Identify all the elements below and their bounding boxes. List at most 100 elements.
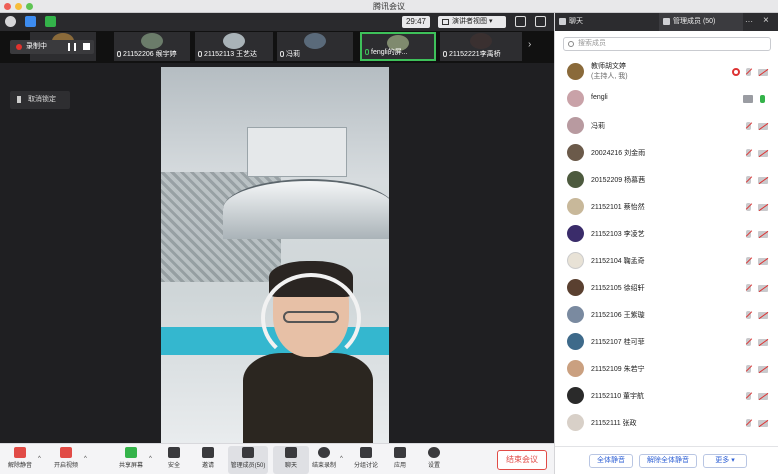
list-item[interactable]: 21152103 李凌艺	[555, 221, 778, 247]
more-actions-button[interactable]: 更多 ▾	[703, 454, 747, 468]
invite-button[interactable]: 邀请	[190, 446, 226, 474]
member-name: 21152105 徐绍轩	[591, 285, 645, 292]
member-search-input[interactable]: 搜索成员	[563, 37, 771, 51]
end-meeting-button[interactable]: 结束会议	[497, 450, 547, 470]
camera-off-icon[interactable]	[758, 366, 768, 373]
camera-off-icon[interactable]	[758, 150, 768, 157]
mic-muted-icon[interactable]	[746, 122, 751, 130]
member-list: 教师胡文婷 (主持人, 我) fengli 冯莉 20024216 刘金雨 201…	[555, 59, 778, 444]
tab-chat[interactable]: 聊天	[555, 13, 659, 31]
camera-off-icon[interactable]	[758, 204, 768, 211]
more-icon[interactable]: ···	[745, 17, 753, 26]
list-item[interactable]: 教师胡文婷 (主持人, 我)	[555, 59, 778, 85]
camera-off-icon[interactable]	[758, 339, 768, 346]
mic-on-icon[interactable]	[760, 95, 765, 103]
speaker-body	[243, 353, 373, 443]
camera-off-icon	[60, 447, 72, 458]
mic-muted-icon[interactable]	[746, 257, 751, 265]
start-video-button[interactable]: 开启视频	[48, 446, 84, 474]
info-icon[interactable]	[5, 16, 16, 27]
member-name: 21152111 张政	[591, 420, 637, 427]
bottom-item-label: 邀请	[201, 463, 214, 469]
mic-muted-icon[interactable]	[746, 365, 751, 373]
unlock-button[interactable]: 取消锁定	[10, 91, 70, 109]
camera-off-icon[interactable]	[758, 285, 768, 292]
close-icon[interactable]: ×	[763, 15, 769, 26]
camera-off-icon[interactable]	[758, 123, 768, 130]
camera-off-icon[interactable]	[758, 258, 768, 265]
apps-icon	[394, 447, 406, 458]
settings-button[interactable]: 设置	[416, 446, 452, 474]
participant-thumb[interactable]: 21152206 缑宇婷	[114, 32, 190, 61]
participant-name: 21152113 王艺达	[204, 51, 258, 58]
stop-recording-toolbar-button[interactable]: 结束录制	[306, 446, 342, 474]
list-item[interactable]: 21152110 董宇航	[555, 383, 778, 409]
participant-name: 21152221李禹桥	[449, 51, 501, 58]
camera-off-icon[interactable]	[758, 393, 768, 400]
security-button[interactable]: 安全	[156, 446, 192, 474]
mic-muted-icon[interactable]	[746, 419, 751, 427]
list-item[interactable]: 21152107 桂可菲	[555, 329, 778, 355]
invite-icon	[202, 447, 214, 458]
mic-muted-icon[interactable]	[746, 311, 751, 319]
mute-all-button[interactable]: 全体静音	[589, 454, 633, 468]
fullscreen-icon[interactable]	[515, 16, 526, 27]
pause-recording-button[interactable]	[68, 43, 76, 51]
participant-thumb[interactable]: 21152221李禹桥	[440, 32, 522, 61]
tab-members[interactable]: 管理成员 (50)	[659, 13, 743, 31]
recording-icon	[732, 68, 740, 76]
list-item[interactable]: 21152106 王紫璇	[555, 302, 778, 328]
manage-members-button[interactable]: 管理成员(50)	[228, 446, 268, 474]
member-name: 20024216 刘金雨	[591, 150, 646, 157]
participant-thumb[interactable]: 21152113 王艺达	[195, 32, 273, 61]
view-mode-dropdown[interactable]: 演讲者视图 ▾	[438, 16, 506, 28]
share-screen-button[interactable]: 共享屏幕	[113, 446, 149, 474]
list-item[interactable]: 21152105 徐绍轩	[555, 275, 778, 301]
mic-muted-icon[interactable]	[746, 68, 751, 76]
list-item[interactable]: 21152104 鞠孟奇	[555, 248, 778, 274]
list-item[interactable]: 20152209 杨慕茜	[555, 167, 778, 193]
camera-off-icon[interactable]	[758, 177, 768, 184]
chevron-up-icon[interactable]: ^	[340, 456, 343, 462]
list-item[interactable]: fengli	[555, 86, 778, 112]
chat-button[interactable]: 聊天	[273, 446, 309, 474]
stop-recording-button[interactable]	[83, 43, 90, 50]
mic-muted-icon[interactable]	[746, 338, 751, 346]
participant-name: fengli的屏...	[371, 49, 408, 56]
participant-thumb[interactable]: 冯莉	[277, 32, 353, 61]
unmute-all-button[interactable]: 解除全体静音	[639, 454, 697, 468]
mic-muted-icon[interactable]	[746, 176, 751, 184]
chevron-up-icon[interactable]: ^	[84, 456, 87, 462]
bottom-item-label: 应用	[393, 463, 406, 469]
main-video-stage: 取消锁定	[0, 63, 554, 443]
chevron-up-icon[interactable]: ^	[38, 456, 41, 462]
camera-off-icon[interactable]	[758, 69, 768, 76]
sidebar-toggle-icon[interactable]	[535, 16, 546, 27]
list-item[interactable]: 20024216 刘金雨	[555, 140, 778, 166]
list-item[interactable]: 21152109 朱若宁	[555, 356, 778, 382]
mic-muted-icon[interactable]	[746, 230, 751, 238]
camera-off-icon[interactable]	[758, 420, 768, 427]
unmute-button[interactable]: 解除静音	[2, 446, 38, 474]
unlock-label: 取消锁定	[28, 96, 56, 103]
mic-icon	[443, 51, 447, 57]
list-item[interactable]: 21152111 张政	[555, 410, 778, 436]
mic-muted-icon[interactable]	[746, 149, 751, 157]
apps-button[interactable]: 应用	[382, 446, 418, 474]
pin-icon	[17, 96, 21, 103]
chevron-right-icon[interactable]: ›	[528, 39, 531, 50]
signal-icon[interactable]	[45, 16, 56, 27]
camera-off-icon[interactable]	[758, 312, 768, 319]
chevron-up-icon[interactable]: ^	[149, 456, 152, 462]
mic-muted-icon[interactable]	[746, 284, 751, 292]
avatar	[567, 414, 584, 431]
mic-muted-icon[interactable]	[746, 392, 751, 400]
participant-thumb-active[interactable]: fengli的屏...	[360, 32, 436, 61]
list-item[interactable]: 21152101 蔡怡然	[555, 194, 778, 220]
breakout-rooms-button[interactable]: 分组讨论	[348, 446, 384, 474]
mic-muted-icon[interactable]	[746, 203, 751, 211]
shield-icon[interactable]	[25, 16, 36, 27]
video-scene-dome	[223, 179, 389, 239]
camera-off-icon[interactable]	[758, 231, 768, 238]
list-item[interactable]: 冯莉	[555, 113, 778, 139]
